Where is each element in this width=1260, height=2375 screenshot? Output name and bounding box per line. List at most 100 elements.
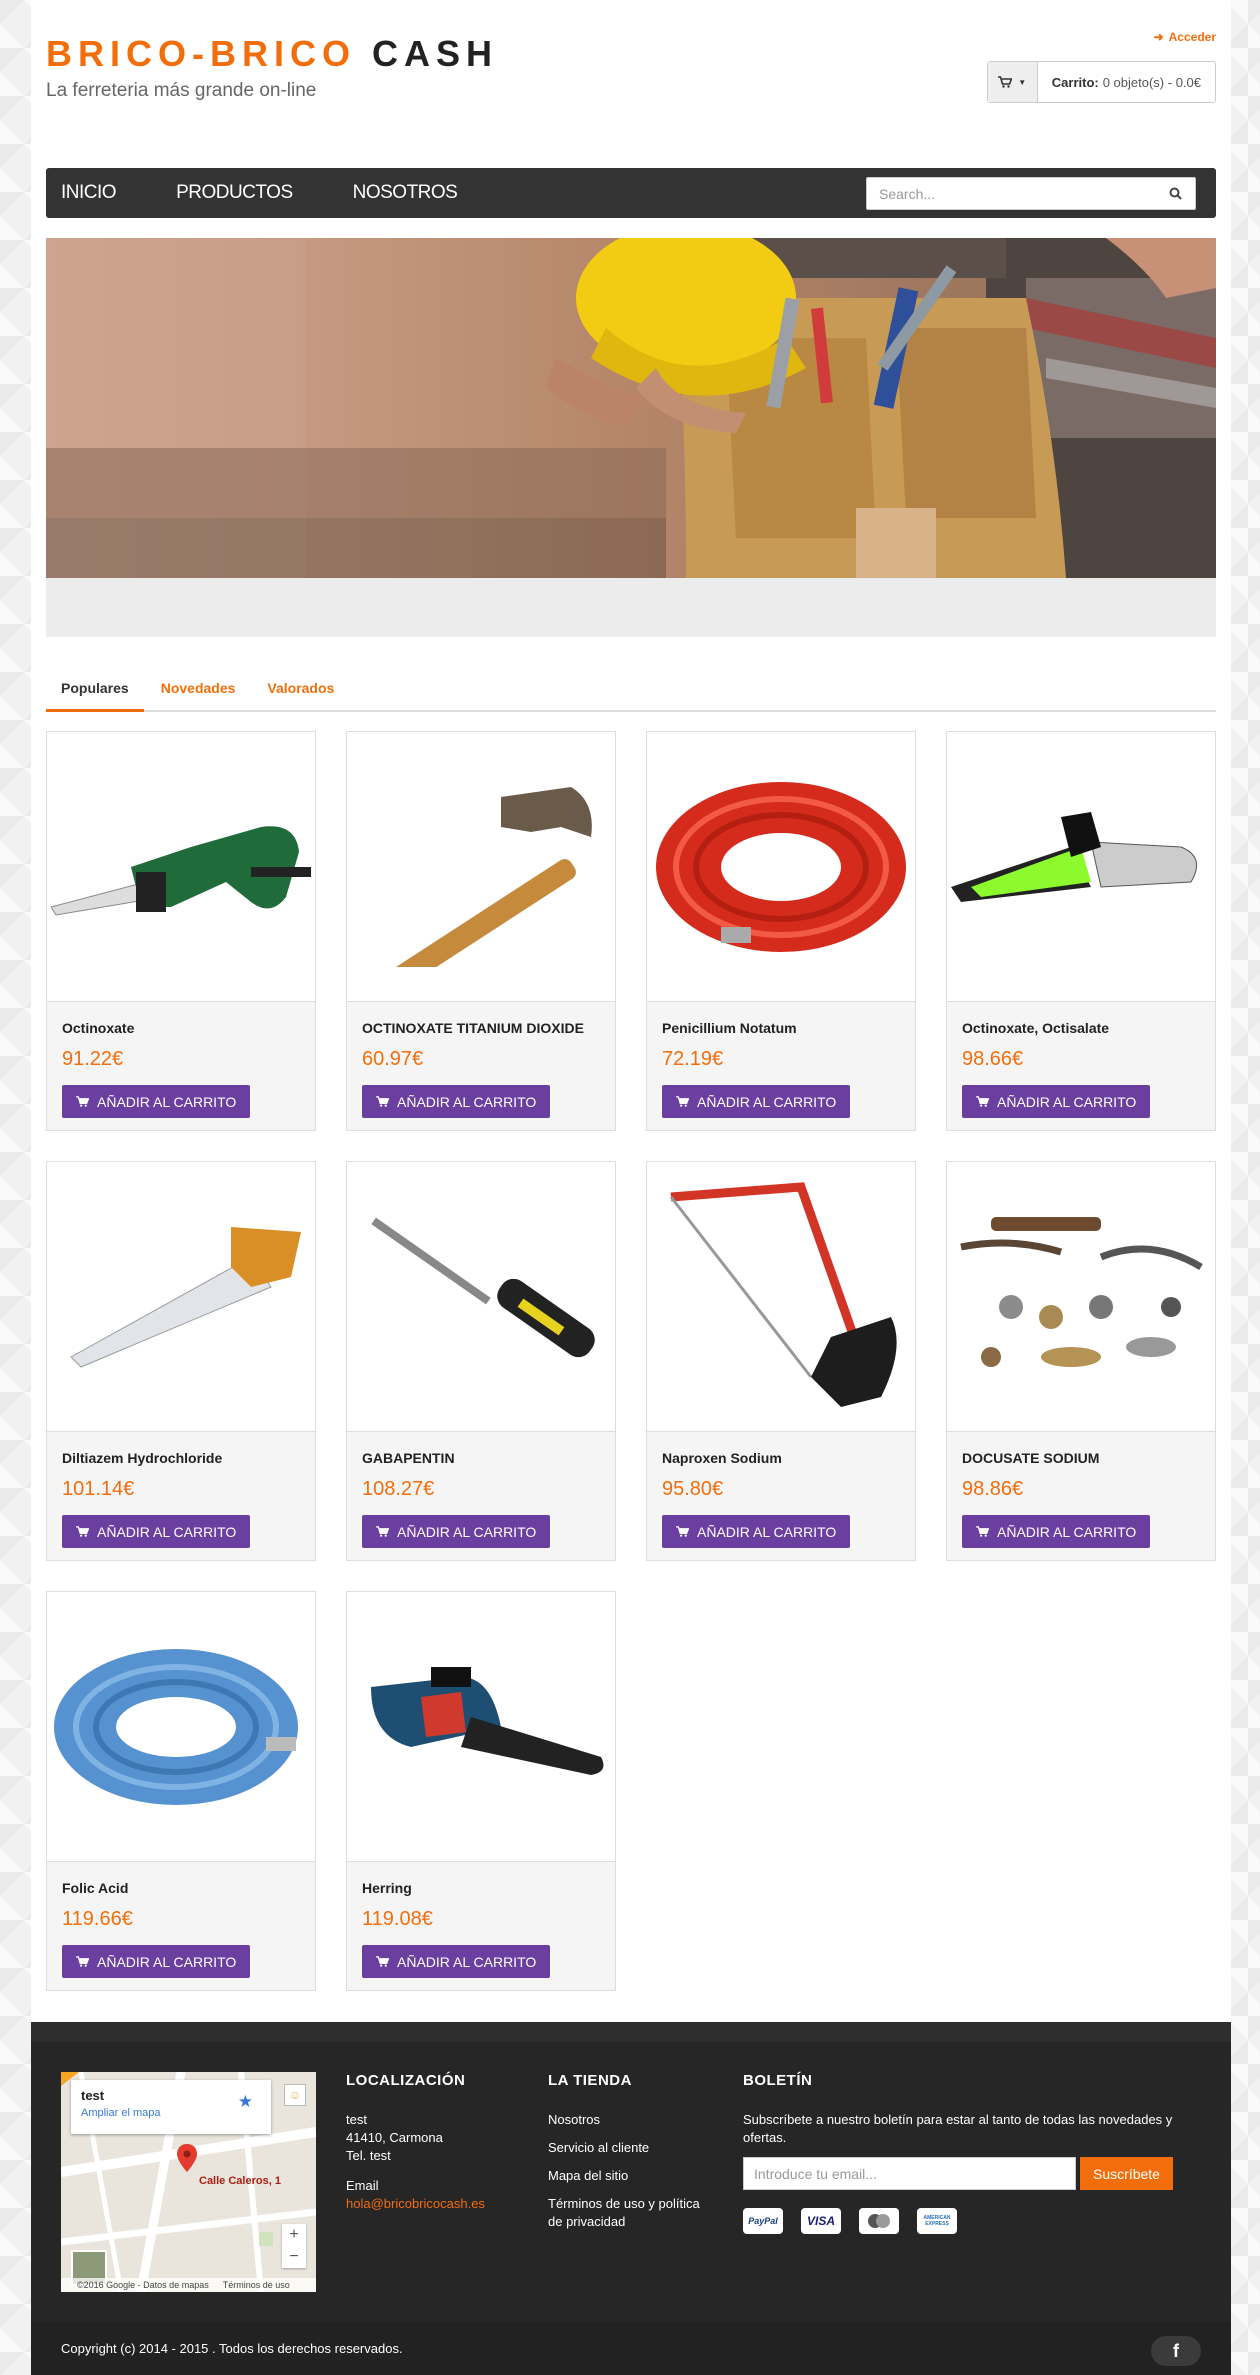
hero-image xyxy=(46,238,1216,578)
product-name[interactable]: OCTINOXATE TITANIUM DIOXIDE xyxy=(362,1020,600,1038)
newsletter-form: Introduce tu email... Suscríbete xyxy=(743,2157,1193,2190)
product-image[interactable] xyxy=(347,1592,615,1862)
product-card[interactable]: Penicillium Notatum 72.19€ AÑADIR AL CARRI… xyxy=(646,731,916,1131)
email-link[interactable]: hola@bricobricocash.es xyxy=(346,2195,526,2213)
search-input[interactable] xyxy=(867,178,1155,209)
product-image[interactable] xyxy=(647,732,915,1002)
newsletter-email-input[interactable]: Introduce tu email... xyxy=(743,2157,1076,2190)
add-to-cart-button[interactable]: AÑADIR AL CARRITO xyxy=(62,1945,251,1978)
product-name[interactable]: Folic Acid xyxy=(62,1880,300,1898)
product-card[interactable]: Octinoxate 91.22€ AÑADIR AL CARRITO xyxy=(46,731,316,1131)
zoom-out-button[interactable]: − xyxy=(289,2248,298,2266)
footer-link-nosotros[interactable]: Nosotros xyxy=(548,2111,713,2129)
add-to-cart-button[interactable]: AÑADIR AL CARRITO xyxy=(962,1085,1151,1118)
product-image[interactable] xyxy=(347,732,615,1002)
nav-item-inicio[interactable]: INICIO xyxy=(46,182,131,204)
add-to-cart-button[interactable]: AÑADIR AL CARRITO xyxy=(662,1085,851,1118)
map-zoom-controls: + − xyxy=(282,2224,306,2268)
zoom-in-button[interactable]: + xyxy=(289,2226,298,2244)
search-button[interactable] xyxy=(1155,187,1195,200)
location-map[interactable]: test Ampliar el mapa ★ ☺ Calle Caleros, … xyxy=(61,2072,316,2292)
map-enlarge-link[interactable]: Ampliar el mapa xyxy=(81,2107,261,2119)
nav-item-productos[interactable]: PRODUCTOS xyxy=(161,182,308,204)
product-info: Naproxen Sodium 95.80€ AÑADIR AL CARRITO xyxy=(647,1432,915,1560)
tab-novedades[interactable]: Novedades xyxy=(146,670,251,712)
footer-link-servicio[interactable]: Servicio al cliente xyxy=(548,2139,713,2157)
add-to-cart-button[interactable]: AÑADIR AL CARRITO xyxy=(362,1515,551,1548)
product-card[interactable]: Herring 119.08€ AÑADIR AL CARRITO xyxy=(346,1591,616,1991)
product-card[interactable]: OCTINOXATE TITANIUM DIOXIDE 60.97€ AÑADIR … xyxy=(346,731,616,1131)
product-name[interactable]: Naproxen Sodium xyxy=(662,1450,900,1468)
product-name[interactable]: Octinoxate xyxy=(62,1020,300,1038)
product-price: 108.27€ xyxy=(362,1478,435,1500)
product-image[interactable] xyxy=(947,732,1215,1002)
logo-text-primary: BRICO-BRICO xyxy=(46,33,356,74)
add-to-cart-label: AÑADIR AL CARRITO xyxy=(397,1523,537,1540)
store-heading: LA TIENDA xyxy=(548,2072,632,2089)
add-to-cart-label: AÑADIR AL CARRITO xyxy=(97,1953,237,1970)
add-to-cart-button[interactable]: AÑADIR AL CARRITO xyxy=(362,1085,551,1118)
product-card[interactable]: Naproxen Sodium 95.80€ AÑADIR AL CARRITO xyxy=(646,1161,916,1561)
product-info: Diltiazem Hydrochloride 101.14€ AÑADIR AL … xyxy=(47,1432,315,1560)
product-name[interactable]: GABAPENTIN xyxy=(362,1450,600,1468)
add-to-cart-button[interactable]: AÑADIR AL CARRITO xyxy=(362,1945,551,1978)
map-copyright: ©2016 Google - Datos de mapas xyxy=(77,2280,209,2290)
product-name[interactable]: Penicillium Notatum xyxy=(662,1020,900,1038)
product-name[interactable]: Diltiazem Hydrochloride xyxy=(62,1450,300,1468)
product-card[interactable]: Octinoxate, Octisalate 98.66€ AÑADIR AL CA… xyxy=(946,731,1216,1131)
product-image[interactable] xyxy=(47,1592,315,1862)
product-card[interactable]: Folic Acid 119.66€ AÑADIR AL CARRITO xyxy=(46,1591,316,1991)
cart-widget: ▼ Carrito: 0 objeto(s) - 0.0€ xyxy=(986,61,1216,103)
amex-icon: AMERICAN EXPRESS xyxy=(917,2208,957,2234)
product-image[interactable] xyxy=(347,1162,615,1432)
product-name[interactable]: DOCUSATE SODIUM xyxy=(962,1450,1200,1468)
caret-down-icon: ▼ xyxy=(1018,77,1027,87)
product-card[interactable]: Diltiazem Hydrochloride 101.14€ AÑADIR AL … xyxy=(46,1161,316,1561)
add-to-cart-label: AÑADIR AL CARRITO xyxy=(997,1093,1137,1110)
newsletter-subscribe-button[interactable]: Suscríbete xyxy=(1080,2157,1173,2190)
visa-icon: VISA xyxy=(801,2208,841,2234)
product-card[interactable]: DOCUSATE SODIUM 98.86€ AÑADIR AL CARRITO xyxy=(946,1161,1216,1561)
nav-item-nosotros[interactable]: NOSOTROS xyxy=(338,182,473,204)
add-to-cart-button[interactable]: AÑADIR AL CARRITO xyxy=(962,1515,1151,1548)
product-info: Penicillium Notatum 72.19€ AÑADIR AL CARRI… xyxy=(647,1002,915,1130)
main-navbar: INICIO PRODUCTOS NOSOTROS xyxy=(46,168,1216,218)
product-info: Octinoxate 91.22€ AÑADIR AL CARRITO xyxy=(47,1002,315,1130)
add-to-cart-button[interactable]: AÑADIR AL CARRITO xyxy=(62,1085,251,1118)
product-info: Folic Acid 119.66€ AÑADIR AL CARRITO xyxy=(47,1862,315,1990)
product-price: 98.86€ xyxy=(962,1478,1024,1500)
save-star-icon[interactable]: ★ xyxy=(238,2092,253,2112)
product-card[interactable]: GABAPENTIN 108.27€ AÑADIR AL CARRITO xyxy=(346,1161,616,1561)
footer-location: LOCALIZACIÓN test 41410, Carmona Tel. te… xyxy=(346,2072,526,2213)
product-info: DOCUSATE SODIUM 98.86€ AÑADIR AL CARRITO xyxy=(947,1432,1215,1560)
site-tagline: La ferreteria más grande on-line xyxy=(46,80,317,101)
product-tabs: Populares Novedades Valorados xyxy=(46,670,1216,712)
tab-populares[interactable]: Populares xyxy=(46,670,144,712)
facebook-icon: f xyxy=(1173,2340,1179,2361)
facebook-link[interactable]: f xyxy=(1151,2336,1201,2366)
product-image[interactable] xyxy=(947,1162,1215,1432)
product-name[interactable]: Herring xyxy=(362,1880,600,1898)
product-image[interactable] xyxy=(47,732,315,1002)
cart-summary[interactable]: Carrito: 0 objeto(s) - 0.0€ xyxy=(1038,62,1215,102)
footer-top-band xyxy=(31,2022,1231,2042)
product-image[interactable] xyxy=(647,1162,915,1432)
map-terms-link[interactable]: Términos de uso xyxy=(223,2280,290,2290)
site-logo[interactable]: BRICO-BRICO CASH xyxy=(46,34,498,74)
tab-valorados[interactable]: Valorados xyxy=(252,670,349,712)
cart-icon xyxy=(976,1096,989,1107)
product-name[interactable]: Octinoxate, Octisalate xyxy=(962,1020,1200,1038)
cart-dropdown-button[interactable]: ▼ xyxy=(987,62,1038,102)
footer-link-mapa[interactable]: Mapa del sitio xyxy=(548,2167,713,2185)
street-view-icon[interactable]: ☺ xyxy=(284,2084,306,2106)
login-link[interactable]: ➜ Acceder xyxy=(1154,30,1216,44)
footer-link-terminos[interactable]: Términos de uso y política de privacidad xyxy=(548,2195,713,2231)
map-pin-icon xyxy=(177,2144,197,2172)
footer-store: LA TIENDA Nosotros Servicio al cliente M… xyxy=(548,2072,713,2231)
add-to-cart-button[interactable]: AÑADIR AL CARRITO xyxy=(662,1515,851,1548)
paypal-icon: PayPal xyxy=(743,2208,783,2234)
add-to-cart-button[interactable]: AÑADIR AL CARRITO xyxy=(62,1515,251,1548)
product-image[interactable] xyxy=(47,1162,315,1432)
cart-icon xyxy=(676,1526,689,1537)
product-price: 91.22€ xyxy=(62,1048,124,1070)
